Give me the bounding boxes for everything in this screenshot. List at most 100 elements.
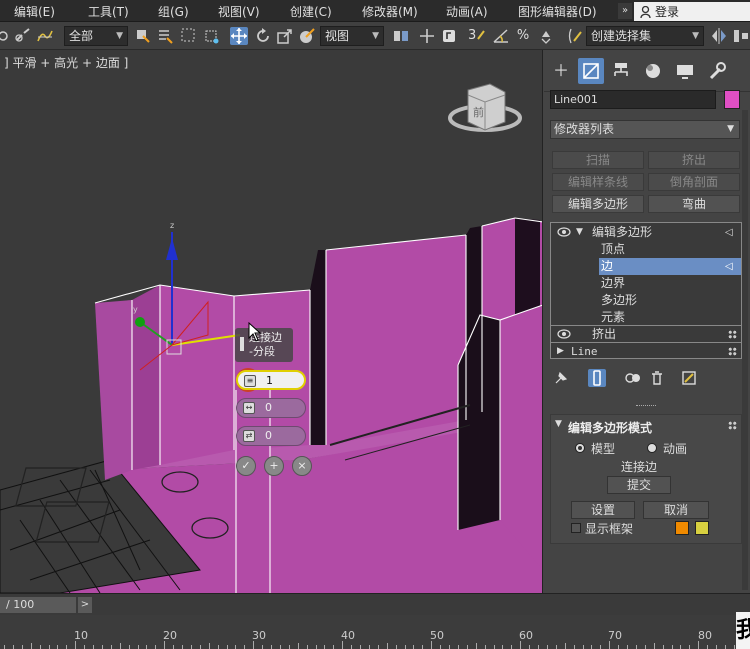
select-by-name-icon[interactable]: [156, 27, 174, 45]
bend-button[interactable]: 弯曲: [648, 195, 740, 213]
spinner-snap-icon[interactable]: [538, 27, 556, 45]
menu-item[interactable]: 编辑(E): [14, 3, 55, 20]
rollout-divider[interactable]: [636, 405, 656, 407]
selection-filter-dropdown[interactable]: 全部 ▼: [64, 26, 128, 46]
modifier-list-dropdown[interactable]: 修改器列表 ▼: [550, 120, 740, 139]
animation-radio[interactable]: [647, 443, 657, 453]
keyboard-shortcut-override-icon[interactable]: [440, 27, 458, 45]
next-frame-button[interactable]: >: [78, 597, 92, 613]
object-name-field[interactable]: Line001: [550, 90, 716, 109]
select-object-icon[interactable]: [134, 27, 152, 45]
display-tab-icon[interactable]: [672, 58, 698, 84]
show-cage-checkbox[interactable]: [571, 523, 581, 533]
menu-item[interactable]: 创建(C): [290, 3, 332, 20]
viewport-label[interactable]: ] 平滑 + 高光 + 边面 ]: [4, 54, 128, 71]
bind-space-warp-icon[interactable]: [36, 27, 54, 45]
cancel-button[interactable]: 取消: [643, 501, 709, 519]
link-icon[interactable]: [0, 27, 12, 45]
reference-coordinate-dropdown[interactable]: 视图 ▼: [320, 26, 384, 46]
track-bar-ruler[interactable]: 10 20 30 40 50 60 70 80: [0, 615, 740, 649]
settings-button[interactable]: 设置: [571, 501, 635, 519]
remove-modifier-icon[interactable]: [648, 369, 666, 387]
select-place-icon[interactable]: [298, 27, 316, 45]
main-toolbar: 全部 ▼ 视图 ▼ 3 % 创建选择集 ▼: [0, 22, 750, 50]
segments-spinner[interactable]: ≡ 1: [236, 370, 306, 390]
drag-handle-icon[interactable]: [728, 330, 737, 339]
caddy-cancel-button[interactable]: ×: [292, 456, 312, 476]
menu-item[interactable]: 工具(T): [88, 3, 129, 20]
cage-color-swatch-1[interactable]: [675, 521, 689, 535]
select-scale-icon[interactable]: [276, 27, 294, 45]
menu-item[interactable]: 视图(V): [218, 3, 260, 20]
stack-subobject-element[interactable]: 元素: [551, 309, 741, 326]
drag-handle-icon[interactable]: [728, 421, 737, 430]
stack-subobject-edge[interactable]: 边 ◁: [599, 258, 741, 275]
show-end-result-icon[interactable]: [588, 369, 606, 387]
rect-selection-region-icon[interactable]: [180, 27, 198, 45]
stack-item-extrude[interactable]: 挤出: [551, 326, 741, 343]
cage-color-swatch-2[interactable]: [695, 521, 709, 535]
commit-button[interactable]: 提交: [607, 476, 671, 494]
grip-icon[interactable]: [240, 337, 244, 351]
modify-tab-icon[interactable]: [578, 58, 604, 84]
select-manipulate-icon[interactable]: [418, 27, 436, 45]
perspective-viewport[interactable]: z y 前 ] 平滑 + 高光 + 边面 ] 连接边 -分段 ≡ 1 ↔ 0 ⇄: [0, 50, 543, 593]
stack-item-edit-poly[interactable]: ▼ 编辑多边形 ◁: [551, 224, 741, 241]
stack-subobject-vertex[interactable]: 顶点: [551, 241, 741, 258]
rollout-title[interactable]: 编辑多边形模式: [568, 419, 652, 436]
pinch-spinner[interactable]: ↔ 0: [236, 398, 306, 418]
motion-tab-icon[interactable]: [640, 58, 666, 84]
time-slider[interactable]: / 100: [0, 597, 76, 613]
select-rotate-icon[interactable]: [254, 27, 272, 45]
command-panel-scrollbar[interactable]: [742, 110, 748, 590]
named-selection-set-dropdown[interactable]: 创建选择集 ▼: [586, 26, 704, 46]
selection-filter-value: 全部: [69, 29, 94, 43]
bevel-profile-button[interactable]: 倒角剖面: [648, 173, 740, 191]
menu-item[interactable]: 组(G): [158, 3, 189, 20]
ruler-tick: [324, 645, 326, 649]
object-color-swatch[interactable]: [724, 90, 740, 109]
caddy-ok-button[interactable]: ✓: [236, 456, 256, 476]
mirror-icon[interactable]: [710, 27, 728, 45]
edit-named-selection-icon[interactable]: [566, 27, 584, 45]
select-move-icon[interactable]: [230, 27, 248, 45]
stack-subobject-border[interactable]: 边界: [551, 275, 741, 292]
menu-overflow-button[interactable]: »: [618, 3, 632, 19]
drag-handle-icon[interactable]: [728, 347, 737, 356]
utilities-tab-icon[interactable]: [704, 58, 730, 84]
angle-snap-icon[interactable]: [492, 27, 510, 45]
menu-item[interactable]: 动画(A): [446, 3, 488, 20]
pin-stack-icon[interactable]: [552, 369, 570, 387]
login-button[interactable]: 登录: [634, 2, 750, 21]
percent-snap-icon[interactable]: %: [514, 27, 532, 45]
create-tab-icon[interactable]: ＋: [548, 58, 574, 84]
edit-spline-button[interactable]: 编辑样条线: [552, 173, 644, 191]
caddy-apply-button[interactable]: +: [264, 456, 284, 476]
snaps-toggle-icon[interactable]: 3: [468, 27, 486, 45]
collapse-arrow-icon[interactable]: ▼: [576, 224, 583, 241]
expand-arrow-icon[interactable]: ▶: [557, 343, 564, 360]
stack-subobject-polygon[interactable]: 多边形: [551, 292, 741, 309]
connect-edges-caddy-title[interactable]: 连接边 -分段: [235, 328, 293, 362]
slide-spinner[interactable]: ⇄ 0: [236, 426, 306, 446]
window-crossing-icon[interactable]: [202, 27, 220, 45]
model-radio[interactable]: [575, 443, 585, 453]
collapse-arrow-icon[interactable]: ▼: [555, 419, 562, 429]
align-icon[interactable]: [732, 27, 750, 45]
scan-button[interactable]: 扫描: [552, 151, 644, 169]
eye-icon[interactable]: [557, 227, 571, 237]
edit-poly-button[interactable]: 编辑多边形: [552, 195, 644, 213]
ruler-tick: [271, 645, 272, 649]
menu-item[interactable]: 修改器(M): [362, 3, 418, 20]
ruler-tick: [199, 645, 201, 649]
hierarchy-tab-icon[interactable]: [608, 58, 634, 84]
eye-icon[interactable]: [557, 329, 571, 339]
configure-modifier-sets-icon[interactable]: [680, 369, 698, 387]
make-unique-icon[interactable]: [624, 369, 642, 387]
pivot-center-icon[interactable]: [392, 27, 410, 45]
menu-item[interactable]: 图形编辑器(D): [518, 3, 597, 20]
stack-item-line[interactable]: ▶ Line: [551, 343, 741, 360]
ruler-tick: [368, 645, 370, 649]
unlink-icon[interactable]: [14, 27, 32, 45]
extrude-button[interactable]: 挤出: [648, 151, 740, 169]
